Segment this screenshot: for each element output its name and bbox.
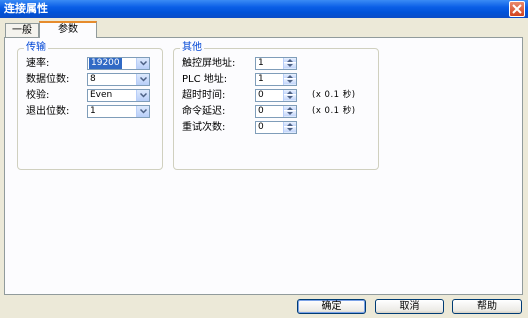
window-title: 连接属性 [4, 2, 48, 15]
arrow-down-icon [287, 96, 293, 99]
spin-down-button[interactable] [284, 111, 296, 116]
spin-buttons [283, 122, 296, 133]
spin-buttons [283, 74, 296, 85]
timeout-value: 0 [258, 90, 264, 100]
chevron-down-icon [140, 109, 147, 114]
plc-address-value: 1 [258, 74, 264, 84]
arrow-up-icon [287, 123, 293, 126]
arrow-up-icon [287, 75, 293, 78]
data-bits-label: 数据位数: [26, 74, 70, 85]
parity-select[interactable]: Even [87, 89, 150, 102]
baud-rate-value: 19200 [89, 58, 122, 69]
retry-count-spinner[interactable]: 0 [255, 121, 297, 134]
spin-buttons [283, 58, 296, 69]
plc-address-spinner[interactable]: 1 [255, 73, 297, 86]
timeout-spinner[interactable]: 0 [255, 89, 297, 102]
chevron-down-icon [140, 77, 147, 82]
timeout-unit-note: (x 0.1 秒) [312, 90, 356, 100]
title-bar: 连接属性 [0, 0, 528, 18]
hmi-address-spinner[interactable]: 1 [255, 57, 297, 70]
command-delay-unit-note: (x 0.1 秒) [312, 106, 356, 116]
transfer-groupbox: 传输 速率: 19200 数据位数: 8 校验: Even 退出位数: 1 [17, 42, 163, 170]
parity-label: 校验: [26, 90, 50, 101]
arrow-up-icon [287, 91, 293, 94]
baud-rate-select[interactable]: 19200 [87, 57, 150, 70]
spin-down-button[interactable] [284, 127, 296, 132]
data-bits-dropdown-button[interactable] [136, 74, 149, 85]
chevron-down-icon [140, 93, 147, 98]
arrow-down-icon [287, 128, 293, 131]
baud-rate-dropdown-button[interactable] [136, 58, 149, 69]
tab-general[interactable]: 一般 [5, 23, 39, 37]
tab-panel: 传输 速率: 19200 数据位数: 8 校验: Even 退出位数: 1 其他… [4, 37, 523, 295]
tab-parameters[interactable]: 参数 [39, 21, 97, 38]
stop-bits-value: 1 [90, 106, 96, 116]
parity-value: Even [90, 90, 113, 100]
transfer-group-title: 传输 [24, 42, 48, 54]
command-delay-label: 命令延迟: [182, 106, 226, 117]
stop-bits-dropdown-button[interactable] [136, 106, 149, 117]
spin-down-button[interactable] [284, 79, 296, 84]
retry-count-label: 重试次数: [182, 122, 226, 133]
arrow-down-icon [287, 80, 293, 83]
arrow-up-icon [287, 107, 293, 110]
other-groupbox: 其他 触控屏地址: 1 PLC 地址: 1 超时时间: 0 (x 0.1 秒) … [173, 42, 379, 170]
hmi-address-value: 1 [258, 58, 264, 68]
arrow-down-icon [287, 64, 293, 67]
retry-count-value: 0 [258, 122, 264, 132]
help-button[interactable]: 帮助 [452, 299, 522, 314]
command-delay-spinner[interactable]: 0 [255, 105, 297, 118]
arrow-down-icon [287, 112, 293, 115]
baud-rate-label: 速率: [26, 58, 50, 69]
other-group-title: 其他 [180, 42, 204, 54]
plc-address-label: PLC 地址: [182, 74, 228, 85]
command-delay-value: 0 [258, 106, 264, 116]
stop-bits-select[interactable]: 1 [87, 105, 150, 118]
stop-bits-label: 退出位数: [26, 106, 70, 117]
timeout-label: 超时时间: [182, 90, 226, 101]
data-bits-value: 8 [90, 74, 96, 84]
spin-down-button[interactable] [284, 95, 296, 100]
data-bits-select[interactable]: 8 [87, 73, 150, 86]
spin-buttons [283, 90, 296, 101]
cancel-button[interactable]: 取消 [375, 299, 444, 314]
chevron-down-icon [140, 61, 147, 66]
parity-dropdown-button[interactable] [136, 90, 149, 101]
ok-button[interactable]: 确定 [297, 299, 366, 314]
close-icon [512, 4, 522, 14]
spin-down-button[interactable] [284, 63, 296, 68]
close-button[interactable] [509, 1, 525, 17]
arrow-up-icon [287, 59, 293, 62]
hmi-address-label: 触控屏地址: [182, 58, 236, 69]
spin-buttons [283, 106, 296, 117]
